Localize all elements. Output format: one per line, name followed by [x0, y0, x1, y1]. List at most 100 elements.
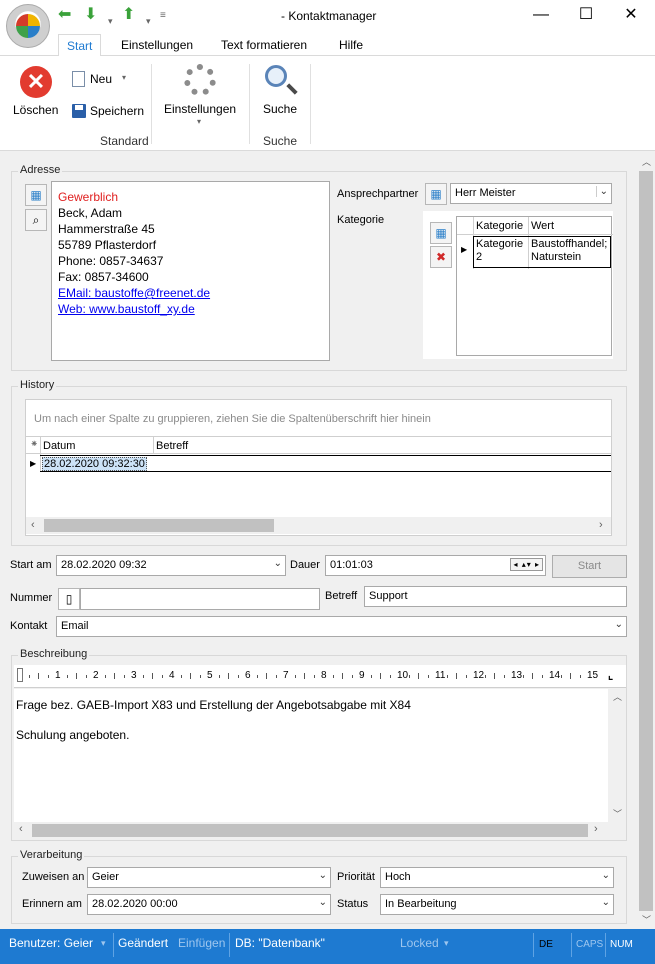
history-col-betreff[interactable]: Betreff: [156, 440, 188, 452]
user-dropdown-icon[interactable]: ▾: [101, 938, 106, 949]
scroll-thumb[interactable]: [32, 824, 588, 837]
priority-value: Hoch: [385, 871, 411, 883]
scroll-thumb[interactable]: [44, 519, 274, 532]
back-arrow-icon[interactable]: ⬅: [58, 6, 71, 24]
category-col-kategorie[interactable]: Kategorie: [476, 220, 523, 232]
contact-combo[interactable]: Email ⌄: [56, 616, 627, 637]
ruler-tick: [427, 675, 429, 678]
app-logo[interactable]: [6, 4, 50, 48]
minimize-button[interactable]: —: [518, 0, 564, 30]
new-dropdown-icon[interactable]: ▾: [122, 73, 126, 82]
dropdown-chevron-icon[interactable]: ▾: [146, 12, 151, 30]
number-field[interactable]: [80, 588, 320, 610]
category-remove-icon[interactable]: ✖: [430, 246, 452, 268]
chevron-down-icon[interactable]: ⌄: [602, 870, 610, 881]
search-icon[interactable]: [265, 65, 287, 87]
ruler-tick: [218, 675, 220, 678]
subject-field[interactable]: Support: [364, 586, 627, 607]
ruler[interactable]: 1 2 3 4 5 6 7 8 9 10 11 12 13 14 15 ⌞: [14, 665, 626, 688]
history-horizontal-scrollbar[interactable]: ‹ ›: [26, 517, 611, 534]
address-phone: Phone: 0857-34637: [58, 254, 164, 268]
tab-text-formatieren[interactable]: Text formatieren: [221, 38, 307, 52]
chevron-down-icon[interactable]: ⌄: [319, 870, 327, 881]
scroll-thumb[interactable]: [639, 171, 653, 911]
add-address-icon[interactable]: ▦: [25, 184, 47, 206]
vertical-scrollbar[interactable]: ︿ ﹀: [637, 153, 655, 928]
settings-button[interactable]: Einstellungen: [164, 102, 236, 116]
customize-qa-icon[interactable]: ≡: [160, 10, 166, 21]
chevron-down-icon[interactable]: ⌄: [615, 619, 623, 630]
duration-stepper[interactable]: ◂ ▴▾ ▸: [510, 558, 543, 571]
start-button[interactable]: Start: [552, 555, 627, 578]
ruler-tick: [342, 673, 343, 679]
chevron-down-icon[interactable]: ⌄: [319, 897, 327, 908]
status-combo[interactable]: In Bearbeitung ⌄: [380, 894, 614, 915]
tab-stop-icon[interactable]: ⌞: [608, 669, 613, 682]
search-button[interactable]: Suche: [263, 102, 297, 116]
ruler-tick: [370, 675, 372, 678]
down-arrow-icon[interactable]: ⬇: [84, 6, 97, 24]
ribbon-separator: [310, 64, 311, 144]
ruler-tick: [579, 675, 581, 678]
delete-icon[interactable]: ✕: [20, 66, 52, 98]
history-col-datum[interactable]: Datum: [43, 440, 75, 452]
search-icon-handle: [286, 83, 298, 95]
ruler-tick: [66, 675, 68, 678]
status-lang: DE: [539, 939, 553, 950]
close-button[interactable]: ✕: [608, 0, 654, 30]
contact-person-combo[interactable]: Herr Meister ⌄: [450, 183, 612, 204]
ruler-tick: [494, 673, 495, 679]
window-title: - Kontaktmanager: [281, 9, 377, 23]
row-indicator-icon: ▶: [461, 245, 468, 254]
priority-combo[interactable]: Hoch ⌄: [380, 867, 614, 888]
save-icon[interactable]: [72, 104, 86, 118]
save-button[interactable]: Speichern: [90, 104, 144, 118]
ruler-tick: [237, 675, 239, 678]
history-grid[interactable]: Um nach einer Spalte zu gruppieren, zieh…: [25, 399, 612, 536]
settings-dropdown-icon[interactable]: ▾: [197, 117, 201, 126]
address-city: 55789 Pflasterdorf: [58, 238, 157, 252]
gear-icon[interactable]: [184, 64, 216, 96]
ruler-number: 3: [131, 670, 137, 681]
new-document-icon[interactable]: [72, 71, 85, 87]
address-web-link[interactable]: Web: www.baustoff_xy.de: [58, 302, 195, 316]
tab-hilfe[interactable]: Hilfe: [339, 38, 363, 52]
category-cell-wert: Baustoffhandel; Naturstein: [531, 238, 608, 263]
contact-person-add-icon[interactable]: ▦: [425, 183, 447, 205]
remind-date-picker[interactable]: 28.02.2020 00:00 ⌄: [87, 894, 331, 915]
description-vertical-scrollbar[interactable]: ︿ ﹀: [608, 689, 626, 823]
description-line-1: Frage bez. GAEB-Import X83 und Erstellun…: [16, 698, 411, 712]
address-card[interactable]: Gewerblich Beck, Adam Hammerstraße 45 55…: [51, 181, 330, 361]
delete-button[interactable]: Löschen: [13, 103, 58, 117]
chevron-down-icon[interactable]: ⌄: [602, 897, 610, 908]
tab-einstellungen[interactable]: Einstellungen: [121, 38, 193, 52]
description-editor[interactable]: Frage bez. GAEB-Import X83 und Erstellun…: [14, 689, 608, 823]
ruler-tick: [532, 673, 533, 679]
status-user[interactable]: Benutzer: Geier: [9, 936, 93, 950]
assign-combo[interactable]: Geier ⌄: [87, 867, 331, 888]
address-email-link[interactable]: EMail: baustoffe@freenet.de: [58, 286, 210, 300]
chevron-down-icon[interactable]: ⌄: [595, 186, 608, 197]
up-arrow-icon[interactable]: ⬆: [122, 6, 135, 24]
ruler-tick: [152, 673, 153, 679]
ruler-tick: [418, 673, 419, 679]
maximize-button[interactable]: ☐: [563, 0, 609, 30]
category-grid[interactable]: Kategorie Wert ▶ Kategorie 2 Baustoffhan…: [456, 216, 613, 356]
contact-person-value: Herr Meister: [455, 187, 516, 199]
document-icon[interactable]: ▯: [58, 588, 80, 610]
ruler-tick: [38, 673, 39, 679]
locked-dropdown-icon[interactable]: ▾: [444, 938, 449, 949]
new-button[interactable]: Neu: [90, 72, 112, 86]
chevron-down-icon[interactable]: ⌄: [274, 558, 282, 569]
start-date-picker[interactable]: 28.02.2020 09:32 ⌄: [56, 555, 286, 576]
category-col-wert[interactable]: Wert: [531, 220, 554, 232]
remind-value: 28.02.2020 00:00: [92, 898, 178, 910]
category-add-icon[interactable]: ▦: [430, 222, 452, 244]
duration-field[interactable]: 01:01:03 ◂ ▴▾ ▸: [325, 555, 546, 576]
description-horizontal-scrollbar[interactable]: ‹ ›: [14, 822, 626, 839]
ruler-tick: [351, 675, 353, 678]
address-search-icon[interactable]: ⌕: [25, 209, 47, 231]
tab-start[interactable]: Start: [58, 34, 102, 57]
dropdown-chevron-icon[interactable]: ▾: [108, 12, 113, 30]
contact-value: Email: [61, 620, 89, 632]
